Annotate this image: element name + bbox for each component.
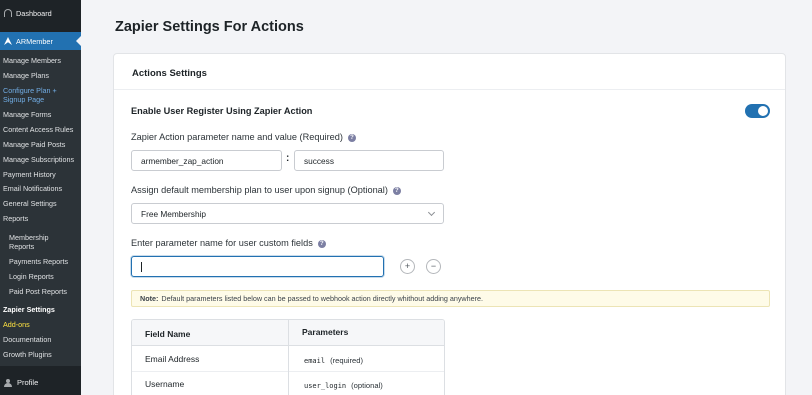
- param-value-input[interactable]: success: [294, 150, 444, 171]
- param-label-text: Zapier Action parameter name and value (…: [131, 132, 343, 142]
- row-param-email: email (required): [304, 355, 363, 365]
- table-column-divider: [288, 320, 289, 395]
- sidebar-item-manage-forms[interactable]: Manage Forms: [3, 110, 51, 119]
- sidebar-item-manage-paid-posts[interactable]: Manage Paid Posts: [3, 140, 65, 149]
- custom-fields-label-text: Enter parameter name for user custom fie…: [131, 238, 313, 248]
- parameters-table: Field Name Parameters Email Address emai…: [131, 319, 445, 395]
- enable-zapier-toggle[interactable]: [745, 104, 770, 118]
- sidebar-item-configure-plan[interactable]: Configure Plan +: [3, 86, 57, 95]
- param-separator: :: [286, 153, 290, 164]
- text-caret: [141, 261, 142, 272]
- plan-label: Assign default membership plan to user u…: [131, 185, 401, 195]
- admin-sidebar: Dashboard ARMember Manage Members Manage…: [0, 0, 81, 395]
- param-code-email: email: [304, 357, 326, 365]
- sidebar-item-login-reports[interactable]: Login Reports: [9, 272, 54, 281]
- sidebar-item-payments-reports[interactable]: Payments Reports: [9, 257, 68, 266]
- sidebar-item-manage-plans[interactable]: Manage Plans: [3, 71, 49, 80]
- param-code-username: user_login: [304, 382, 347, 390]
- sidebar-item-add-ons[interactable]: Add-ons: [3, 320, 30, 329]
- note-prefix: Note:: [140, 294, 159, 303]
- membership-plan-selected: Free Membership: [141, 208, 207, 219]
- sidebar-item-manage-subscriptions[interactable]: Manage Subscriptions: [3, 155, 74, 164]
- plan-label-text: Assign default membership plan to user u…: [131, 185, 388, 195]
- help-icon[interactable]: ?: [347, 133, 356, 142]
- custom-field-input[interactable]: [131, 256, 384, 277]
- sidebar-item-documentation[interactable]: Documentation: [3, 335, 51, 344]
- sidebar-item-paid-post-reports[interactable]: Paid Post Reports: [9, 287, 67, 296]
- sidebar-armember-label: ARMember: [16, 36, 53, 46]
- param-label: Zapier Action parameter name and value (…: [131, 132, 356, 142]
- sidebar-item-profile[interactable]: Profile: [0, 374, 81, 391]
- row-field-username: Username: [145, 379, 185, 389]
- help-icon[interactable]: ?: [317, 239, 326, 248]
- param-name-value: armember_zap_action: [141, 155, 224, 166]
- row-param-username: user_login (optional): [304, 380, 383, 390]
- add-field-button[interactable]: +: [400, 259, 415, 274]
- table-header-field: Field Name: [145, 329, 191, 339]
- card-title: Actions Settings: [132, 68, 207, 79]
- sidebar-item-content-access-rules[interactable]: Content Access Rules: [3, 125, 73, 134]
- param-req-username: (optional): [351, 381, 383, 390]
- sidebar-dashboard-label: Dashboard: [16, 8, 52, 18]
- user-icon: [4, 378, 12, 387]
- dashboard-icon: [4, 9, 12, 17]
- card-header: Actions Settings: [114, 54, 785, 90]
- remove-field-button[interactable]: −: [426, 259, 441, 274]
- param-req-email: (required): [330, 356, 363, 365]
- sidebar-profile-label: Profile: [17, 378, 39, 387]
- param-name-input[interactable]: armember_zap_action: [131, 150, 282, 171]
- sidebar-item-dashboard[interactable]: Dashboard: [0, 4, 81, 22]
- sidebar-item-membership-reports-line2[interactable]: Reports: [9, 242, 34, 251]
- sidebar-item-zapier-settings[interactable]: Zapier Settings: [3, 305, 55, 314]
- sidebar-item-signup-page[interactable]: Signup Page: [3, 95, 44, 104]
- sidebar-item-reports[interactable]: Reports: [3, 214, 28, 223]
- enable-zapier-label: Enable User Register Using Zapier Action: [131, 106, 313, 116]
- sidebar-item-growth-plugins[interactable]: Growth Plugins: [3, 350, 52, 359]
- row-field-email: Email Address: [145, 354, 200, 364]
- membership-plan-select[interactable]: Free Membership: [131, 203, 444, 224]
- page-title: Zapier Settings For Actions: [115, 19, 304, 35]
- help-icon[interactable]: ?: [392, 186, 401, 195]
- sidebar-item-email-notifications[interactable]: Email Notifications: [3, 184, 62, 193]
- note-text: Default parameters listed below can be p…: [161, 294, 484, 303]
- sidebar-item-membership-reports[interactable]: Membership: [9, 233, 49, 242]
- sidebar-item-armember[interactable]: ARMember: [0, 32, 81, 50]
- armember-logo-icon: [4, 37, 12, 45]
- sidebar-item-payment-history[interactable]: Payment History: [3, 170, 56, 179]
- sidebar-item-general-settings[interactable]: General Settings: [3, 199, 57, 208]
- custom-fields-label: Enter parameter name for user custom fie…: [131, 238, 326, 248]
- sidebar-item-manage-members[interactable]: Manage Members: [3, 56, 61, 65]
- default-params-note: Note: Default parameters listed below ca…: [131, 290, 770, 307]
- table-header-parameters: Parameters: [302, 327, 349, 337]
- param-value-text: success: [304, 155, 334, 166]
- chevron-down-icon: [427, 208, 436, 217]
